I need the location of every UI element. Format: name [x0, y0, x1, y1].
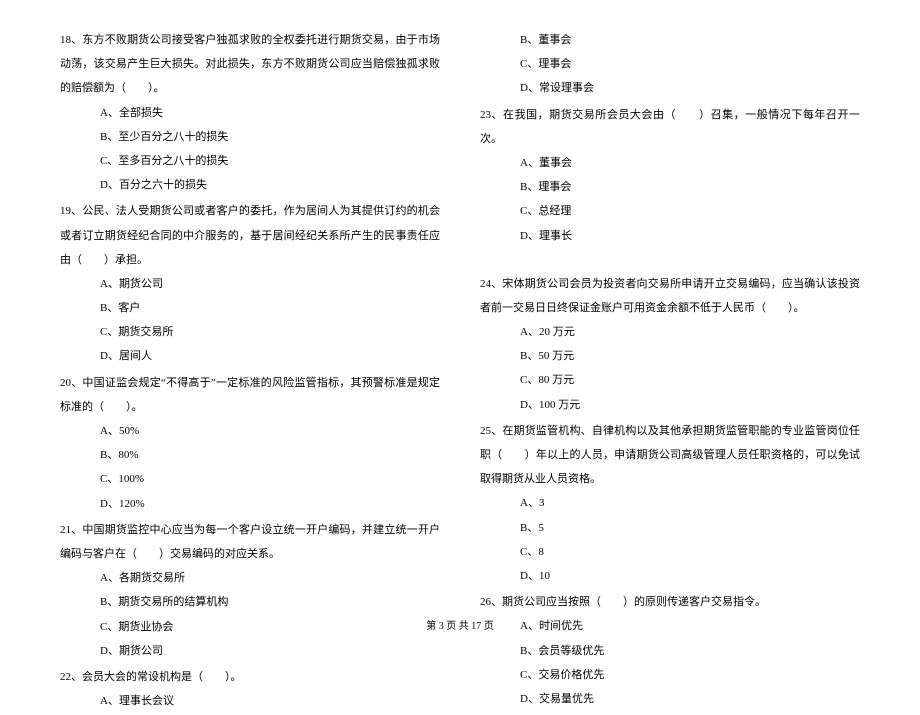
q22-option-a: A、理事长会议: [60, 689, 440, 713]
q19-option-d: D、居间人: [60, 344, 440, 368]
q22-option-b: B、董事会: [480, 28, 860, 52]
q23-option-b: B、理事会: [480, 175, 860, 199]
question-18: 18、东方不败期货公司接受客户独孤求败的全权委托进行期货交易，由于市场动荡，该交…: [60, 28, 440, 197]
q24-option-d: D、100 万元: [480, 393, 860, 417]
question-24: 24、宋体期货公司会员为投资者向交易所申请开立交易编码，应当确认该投资者前一交易…: [480, 272, 860, 417]
q18-option-d: D、百分之六十的损失: [60, 173, 440, 197]
q22-option-d: D、常设理事会: [480, 76, 860, 100]
q24-option-b: B、50 万元: [480, 344, 860, 368]
q25-option-a: A、3: [480, 491, 860, 515]
q18-option-b: B、至少百分之八十的损失: [60, 125, 440, 149]
q20-text: 20、中国证监会规定“不得高于”一定标准的风险监管指标，其预警标准是规定标准的（…: [60, 371, 440, 419]
content-columns: 18、东方不败期货公司接受客户独孤求败的全权委托进行期货交易，由于市场动荡，该交…: [60, 28, 860, 715]
q24-text: 24、宋体期货公司会员为投资者向交易所申请开立交易编码，应当确认该投资者前一交易…: [480, 272, 860, 320]
q25-option-b: B、5: [480, 516, 860, 540]
question-19: 19、公民、法人受期货公司或者客户的委托，作为居间人为其提供订约的机会或者订立期…: [60, 199, 440, 368]
q19-option-a: A、期货公司: [60, 272, 440, 296]
q26-option-d: D、交易量优先: [480, 687, 860, 711]
q23-text: 23、在我国，期货交易所会员大会由（ ）召集，一般情况下每年召开一次。: [480, 103, 860, 151]
q21-option-d: D、期货公司: [60, 639, 440, 663]
q22-option-c: C、理事会: [480, 52, 860, 76]
q23-option-a: A、董事会: [480, 151, 860, 175]
q20-option-b: B、80%: [60, 443, 440, 467]
right-column: B、董事会 C、理事会 D、常设理事会 23、在我国，期货交易所会员大会由（ ）…: [480, 28, 860, 715]
q18-option-c: C、至多百分之八十的损失: [60, 149, 440, 173]
q19-option-c: C、期货交易所: [60, 320, 440, 344]
question-20: 20、中国证监会规定“不得高于”一定标准的风险监管指标，其预警标准是规定标准的（…: [60, 371, 440, 516]
q19-option-b: B、客户: [60, 296, 440, 320]
q23-option-d: D、理事长: [480, 224, 860, 248]
q26-text: 26、期货公司应当按照（ ）的原则传递客户交易指令。: [480, 590, 860, 614]
q26-option-c: C、交易价格优先: [480, 663, 860, 687]
q26-option-b: B、会员等级优先: [480, 639, 860, 663]
q22-text: 22、会员大会的常设机构是（ ）。: [60, 665, 440, 689]
q23-option-c: C、总经理: [480, 199, 860, 223]
question-26: 26、期货公司应当按照（ ）的原则传递客户交易指令。 A、时间优先 B、会员等级…: [480, 590, 860, 711]
q18-text: 18、东方不败期货公司接受客户独孤求败的全权委托进行期货交易，由于市场动荡，该交…: [60, 28, 440, 101]
q20-option-d: D、120%: [60, 492, 440, 516]
q25-text: 25、在期货监管机构、自律机构以及其他承担期货监管职能的专业监管岗位任职（ ）年…: [480, 419, 860, 492]
question-25: 25、在期货监管机构、自律机构以及其他承担期货监管职能的专业监管岗位任职（ ）年…: [480, 419, 860, 588]
q21-text: 21、中国期货监控中心应当为每一个客户设立统一开户编码，并建立统一开户编码与客户…: [60, 518, 440, 566]
q20-option-a: A、50%: [60, 419, 440, 443]
q21-option-a: A、各期货交易所: [60, 566, 440, 590]
question-21: 21、中国期货监控中心应当为每一个客户设立统一开户编码，并建立统一开户编码与客户…: [60, 518, 440, 663]
q25-option-c: C、8: [480, 540, 860, 564]
question-22-part1: 22、会员大会的常设机构是（ ）。 A、理事长会议: [60, 665, 440, 713]
page-footer: 第 3 页 共 17 页: [0, 616, 920, 638]
q24-option-c: C、80 万元: [480, 368, 860, 392]
left-column: 18、东方不败期货公司接受客户独孤求败的全权委托进行期货交易，由于市场动荡，该交…: [60, 28, 440, 715]
q18-option-a: A、全部损失: [60, 101, 440, 125]
question-23: 23、在我国，期货交易所会员大会由（ ）召集，一般情况下每年召开一次。 A、董事…: [480, 103, 860, 248]
q25-option-d: D、10: [480, 564, 860, 588]
q21-option-b: B、期货交易所的结算机构: [60, 590, 440, 614]
q20-option-c: C、100%: [60, 467, 440, 491]
question-22-part2: B、董事会 C、理事会 D、常设理事会: [480, 28, 860, 101]
q24-option-a: A、20 万元: [480, 320, 860, 344]
spacer: [480, 250, 860, 272]
q19-text: 19、公民、法人受期货公司或者客户的委托，作为居间人为其提供订约的机会或者订立期…: [60, 199, 440, 272]
